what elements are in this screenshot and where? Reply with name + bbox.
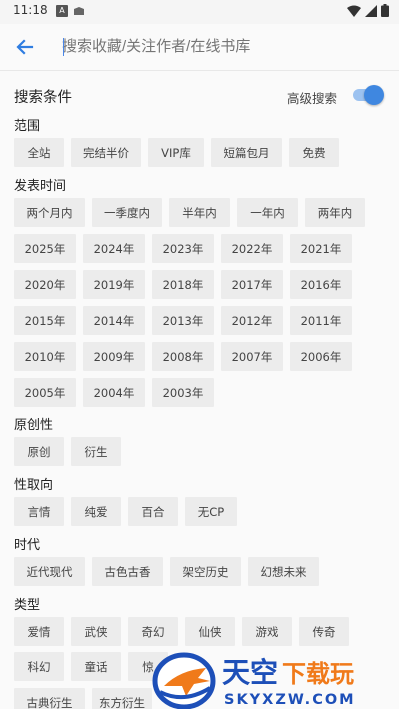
chip-year[interactable]: 2011年 [290, 306, 352, 335]
chip-year[interactable]: 2024年 [83, 234, 145, 263]
advanced-search-label: 高级搜索 [287, 91, 338, 106]
chip-year[interactable]: 2010年 [14, 342, 76, 371]
chip-genre[interactable]: 科幻 [14, 652, 64, 681]
watermark-url-text: SKYXZW.COM [224, 692, 356, 708]
era-title: 时代 [14, 538, 41, 553]
chip-year[interactable]: 2025年 [14, 234, 76, 263]
chip-year[interactable]: 2004年 [83, 378, 145, 407]
chip-genre[interactable]: 仙侠 [185, 617, 235, 646]
publish-time-title: 发表时间 [14, 179, 67, 194]
chip-year[interactable]: 2008年 [152, 342, 214, 371]
scope-title: 范围 [14, 119, 41, 134]
watermark-cn-text-a: 天空 [222, 656, 278, 689]
back-arrow-icon[interactable] [12, 34, 38, 60]
chip-year[interactable]: 2007年 [221, 342, 283, 371]
originality-title: 原创性 [14, 418, 54, 433]
advanced-search-toggle[interactable] [351, 85, 384, 105]
chip-genre[interactable]: 童话 [71, 652, 121, 681]
status-icons [347, 4, 389, 17]
search-toolbar [0, 24, 399, 70]
chip-scope-vip[interactable]: VIP库 [148, 138, 204, 167]
chip-time-two-years[interactable]: 两年内 [305, 198, 365, 227]
chip-scope-free[interactable]: 免费 [289, 138, 339, 167]
chip-year[interactable]: 2019年 [83, 270, 145, 299]
chip-genre[interactable]: 武侠 [71, 617, 121, 646]
watermark-cn-text-b: 下载玩 [282, 660, 354, 688]
signal-icon [365, 4, 377, 17]
chip-year[interactable]: 2009年 [83, 342, 145, 371]
orientation-title: 性取向 [14, 478, 54, 493]
chip-year[interactable]: 2018年 [152, 270, 214, 299]
chip-year[interactable]: 2023年 [152, 234, 214, 263]
chip-scope-all[interactable]: 全站 [14, 138, 64, 167]
chip-ancient[interactable]: 古色古香 [92, 557, 163, 586]
genre-title: 类型 [14, 598, 41, 613]
chip-year[interactable]: 2006年 [290, 342, 352, 371]
chip-scope-short[interactable]: 短篇包月 [211, 138, 282, 167]
chip-genre[interactable]: 爱情 [14, 617, 64, 646]
chip-genre[interactable]: 东方衍生 [92, 688, 152, 709]
chip-year[interactable]: 2014年 [83, 306, 145, 335]
text-caret [63, 38, 64, 56]
chip-genre[interactable]: 传奇 [299, 617, 349, 646]
chip-year[interactable]: 2020年 [14, 270, 76, 299]
chip-time-2months[interactable]: 两个月内 [14, 198, 85, 227]
chip-genre[interactable]: 古典衍生 [14, 688, 85, 709]
chip-genre[interactable]: 游戏 [242, 617, 292, 646]
battery-icon [381, 4, 389, 17]
chip-year[interactable]: 2003年 [152, 378, 214, 407]
chip-year[interactable]: 2012年 [221, 306, 283, 335]
chip-modern[interactable]: 近代现代 [14, 557, 85, 586]
search-conditions-title: 搜索条件 [14, 90, 72, 106]
wifi-icon [347, 5, 361, 17]
chip-no-cp[interactable]: 无CP [185, 497, 237, 526]
chip-year[interactable]: 2016年 [290, 270, 352, 299]
chip-romance[interactable]: 言情 [14, 497, 64, 526]
chip-bl[interactable]: 纯爱 [71, 497, 121, 526]
chip-year[interactable]: 2013年 [152, 306, 214, 335]
toggle-knob [364, 85, 384, 105]
chip-alt-history[interactable]: 架空历史 [170, 557, 241, 586]
status-bar: 11:18 A [0, 0, 399, 24]
chip-year[interactable]: 2015年 [14, 306, 76, 335]
chip-time-one-year[interactable]: 一年内 [237, 198, 298, 227]
chip-genre[interactable]: 奇幻 [128, 617, 178, 646]
chip-time-half-year[interactable]: 半年内 [169, 198, 230, 227]
chip-gl[interactable]: 百合 [128, 497, 178, 526]
chip-future[interactable]: 幻想未来 [248, 557, 319, 586]
chip-original[interactable]: 原创 [14, 437, 64, 466]
notification-icon [74, 7, 84, 15]
chip-year[interactable]: 2022年 [221, 234, 283, 263]
notification-a-icon: A [56, 5, 68, 17]
search-input[interactable] [62, 34, 382, 60]
chip-year[interactable]: 2021年 [290, 234, 352, 263]
chip-year[interactable]: 2017年 [221, 270, 283, 299]
chip-year[interactable]: 2005年 [14, 378, 76, 407]
site-watermark-logo: 天空 下载玩 SKYXZW.COM [152, 652, 356, 709]
chip-derivative[interactable]: 衍生 [71, 437, 121, 466]
status-time: 11:18 [13, 3, 48, 17]
chip-time-quarter[interactable]: 一季度内 [92, 198, 162, 227]
chip-scope-half-price[interactable]: 完结半价 [71, 138, 141, 167]
toolbar-divider [0, 70, 399, 71]
